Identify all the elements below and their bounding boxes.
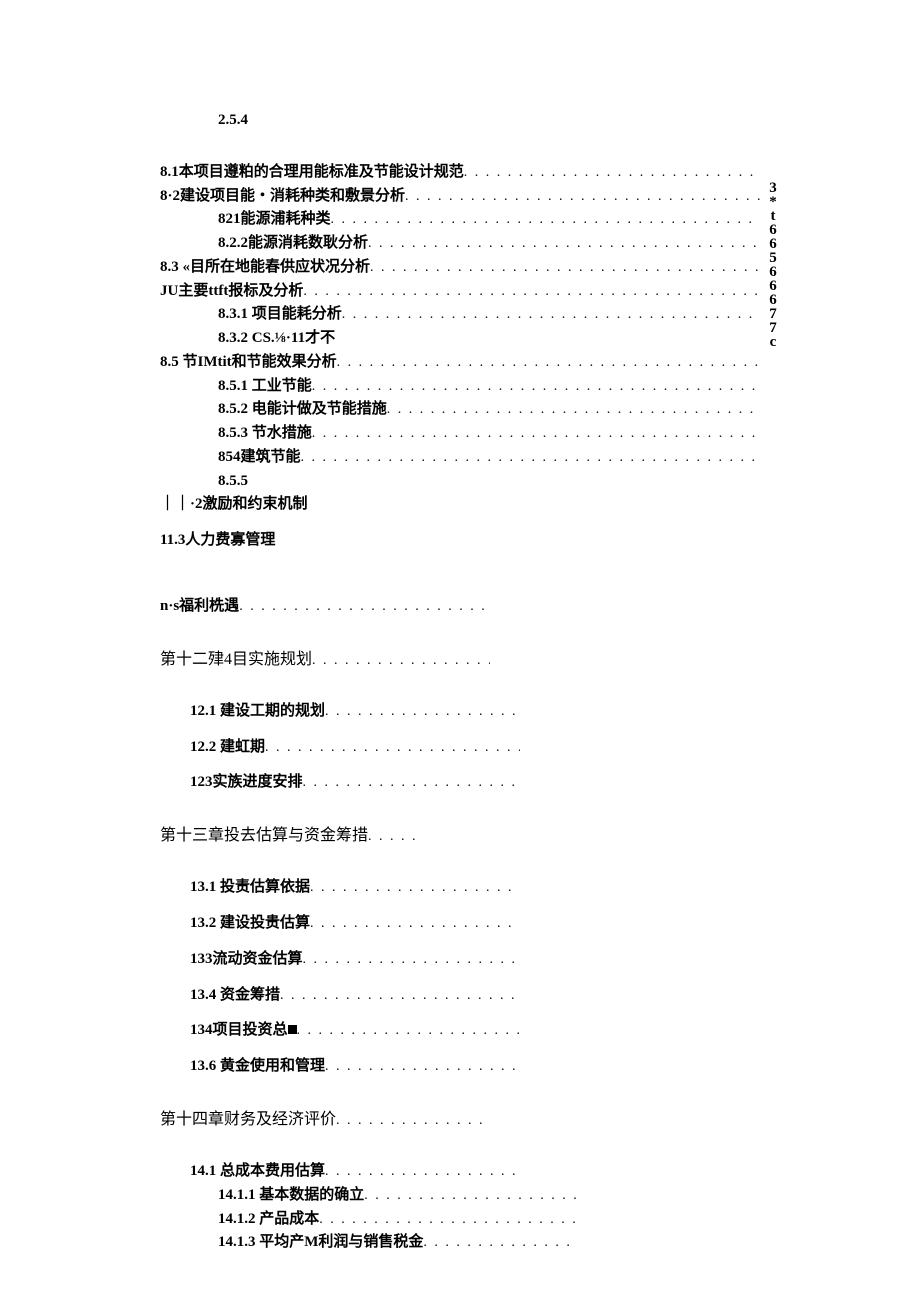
- black-square-icon: [288, 1025, 297, 1034]
- toc-entry: 13.4 资金筹措: [160, 985, 520, 1007]
- toc-narrow-block: n·s福利㭠遇 第十二肂4目实施规划 12.1 建设工期的规划 12.2 建虹期…: [160, 596, 760, 1254]
- toc-entry: 14.1 总成本费用估算: [160, 1161, 520, 1183]
- toc-entry: n·s福利㭠遇: [160, 596, 490, 618]
- toc-entry: 8.3 «目所在地能春供应状况分析: [160, 257, 760, 279]
- toc-text: 8.5.2 电能计做及节能措施: [218, 399, 387, 421]
- toc-entry: 12.1 建设工期的规划: [160, 701, 520, 723]
- toc-text: 8.2.2能源消耗数耿分析: [218, 233, 368, 255]
- toc-text: 14.1 总成本费用估算: [190, 1161, 325, 1183]
- toc-entry: 13.6 黄金使用和管理: [160, 1056, 520, 1078]
- toc-entry: 8.1本项目遵粕的合理用能标准及节能设计规范: [160, 162, 760, 184]
- toc-text: 11.3人力费寡管理: [160, 530, 275, 552]
- toc-entry: 11.3人力费寡管理: [160, 530, 760, 552]
- toc-entry: ｜｜·2激励和约束机制: [160, 494, 760, 516]
- toc-text: 14.1.1 基本数据的确立: [218, 1185, 364, 1207]
- toc-text: 123实族进度安排: [190, 772, 303, 794]
- toc-text: 第十四章财务及经济评价: [160, 1108, 336, 1131]
- toc-text: 第十二肂4目实施规划: [160, 648, 312, 671]
- toc-text: 13.1 投责估算依据: [190, 877, 310, 899]
- toc-entry: 13.1 投责估算依据: [160, 877, 520, 899]
- toc-text: 8·2建设项目能・消耗种类和敷景分析: [160, 186, 405, 208]
- toc-entry: 12.2 建虹期: [160, 737, 520, 759]
- page-number-column: 3*t66566677c: [765, 180, 780, 348]
- toc-chapter: 第十二肂4目实施规划: [160, 648, 490, 671]
- toc-entry: 854建筑节能: [160, 447, 760, 469]
- toc-chapter: 第十四章财务及经济评价: [160, 1108, 490, 1131]
- toc-number: 2.5.4: [218, 110, 248, 132]
- toc-text: ｜｜·2激励和约束机制: [160, 494, 308, 516]
- document-page: 3*t66566677c 2.5.4 8.1本项目遵粕的合理用能标准及节能设计规…: [0, 0, 920, 1301]
- toc-entry: 8.2.2能源消耗数耿分析: [160, 233, 760, 255]
- toc-text: 8.3.2 CS.⅛·11才不: [218, 328, 335, 350]
- toc-text: 8.5.1 工业节能: [218, 376, 312, 398]
- toc-entry: 8.5.3 节水措施: [160, 423, 760, 445]
- toc-text: 8.5 节IMtit和节能效果分析: [160, 352, 337, 374]
- toc-text: 821能源浦耗种类: [218, 209, 331, 231]
- toc-text: 8.5.3 节水措施: [218, 423, 312, 445]
- toc-entry: 123实族进度安排: [160, 772, 520, 794]
- toc-entry: JU主要ttft报标及分析: [160, 281, 760, 303]
- toc-text: 8.3.1 项目能耗分析: [218, 304, 342, 326]
- toc-content: 2.5.4 8.1本项目遵粕的合理用能标准及节能设计规范 8·2建设项目能・消耗…: [160, 108, 760, 1256]
- toc-text: JU主要ttft报标及分析: [160, 281, 303, 303]
- toc-entry: 14.1.3 平均产M利润与销售税金: [160, 1232, 578, 1254]
- toc-text: 8.1本项目遵粕的合理用能标准及节能设计规范: [160, 162, 464, 184]
- toc-entry: 134项目投资总: [160, 1020, 520, 1042]
- toc-text: 第十三章投去估算与资金筹措: [160, 824, 368, 847]
- toc-entry: 2.5.4: [160, 110, 760, 132]
- toc-entry: 13.2 建设投贵估算: [160, 913, 520, 935]
- toc-text: 13.6 黄金使用和管理: [190, 1056, 325, 1078]
- toc-entry: 14.1.2 产品成本: [160, 1209, 578, 1231]
- toc-entry: 8.5.5: [160, 471, 760, 493]
- toc-text: 14.1.2 产品成本: [218, 1209, 319, 1231]
- toc-text: 8.3 «目所在地能春供应状况分析: [160, 257, 370, 279]
- toc-entry: 133流动资金估算: [160, 949, 520, 971]
- toc-text: 8.5.5: [218, 471, 248, 493]
- toc-text: 14.1.3 平均产M利润与销售税金: [218, 1232, 423, 1254]
- toc-entry: 14.1.1 基本数据的确立: [160, 1185, 578, 1207]
- toc-entry: 821能源浦耗种类: [160, 209, 760, 231]
- toc-entry: 8.5 节IMtit和节能效果分析: [160, 352, 760, 374]
- toc-entry: 8.3.2 CS.⅛·11才不: [160, 328, 760, 350]
- toc-entry: 8.5.1 工业节能: [160, 376, 760, 398]
- toc-text: 12.2 建虹期: [190, 737, 265, 759]
- toc-text: 12.1 建设工期的规划: [190, 701, 325, 723]
- toc-text: 13.2 建设投贵估算: [190, 913, 310, 935]
- toc-chapter: 第十三章投去估算与资金筹措: [160, 824, 420, 847]
- toc-text: 133流动资金估算: [190, 949, 303, 971]
- toc-entry: 8·2建设项目能・消耗种类和敷景分析: [160, 186, 760, 208]
- toc-entry: 8.3.1 项目能耗分析: [160, 304, 760, 326]
- toc-text: 854建筑节能: [218, 447, 301, 469]
- toc-entry: 8.5.2 电能计做及节能措施: [160, 399, 760, 421]
- toc-text: 134项目投资总: [190, 1020, 297, 1042]
- toc-text: 13.4 资金筹措: [190, 985, 280, 1007]
- toc-text: n·s福利㭠遇: [160, 596, 239, 618]
